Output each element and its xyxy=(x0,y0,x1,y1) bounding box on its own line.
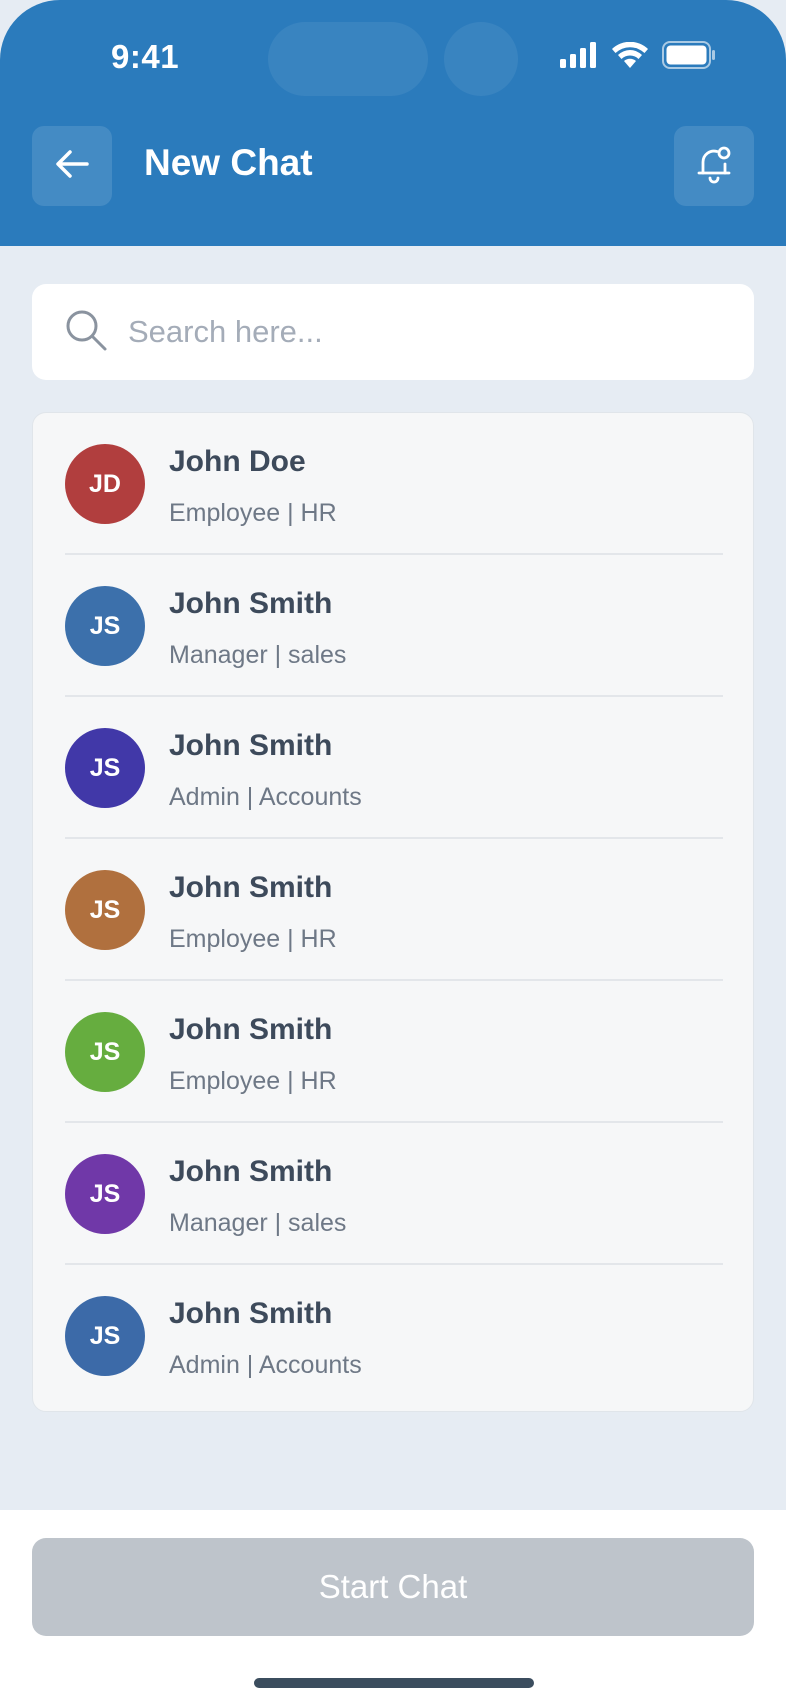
search-input[interactable] xyxy=(128,314,688,350)
status-time: 9:41 xyxy=(111,38,180,75)
avatar: JS xyxy=(65,586,145,666)
contact-role: Admin | Accounts xyxy=(169,783,362,811)
contact-name: John Doe xyxy=(169,445,306,478)
list-item[interactable]: JS John Smith Employee | HR xyxy=(33,981,755,1123)
contact-role: Employee | HR xyxy=(169,499,337,527)
app-header: 9:41 New Chat xyxy=(0,0,786,246)
start-chat-button[interactable]: Start Chat xyxy=(32,1538,754,1636)
search-icon xyxy=(64,308,108,357)
bell-icon xyxy=(694,144,734,189)
dynamic-island xyxy=(268,22,428,96)
contact-role: Admin | Accounts xyxy=(169,1351,362,1379)
contact-role: Employee | HR xyxy=(169,1067,337,1095)
status-icons xyxy=(560,40,716,74)
home-indicator xyxy=(254,1678,534,1688)
contact-name: John Smith xyxy=(169,1013,333,1046)
avatar: JD xyxy=(65,444,145,524)
list-item[interactable]: JS John Smith Employee | HR xyxy=(33,839,755,981)
avatar: JS xyxy=(65,870,145,950)
avatar: JS xyxy=(65,1154,145,1234)
back-arrow-icon xyxy=(55,149,89,184)
avatar: JS xyxy=(65,1012,145,1092)
battery-icon xyxy=(662,40,716,74)
avatar: JS xyxy=(65,728,145,808)
footer: Start Chat xyxy=(0,1510,786,1704)
contact-role: Manager | sales xyxy=(169,641,347,669)
contact-name: John Smith xyxy=(169,587,333,620)
avatar: JS xyxy=(65,1296,145,1376)
page-title: New Chat xyxy=(144,142,313,183)
list-item[interactable]: JS John Smith Admin | Accounts xyxy=(33,1265,755,1407)
list-item[interactable]: JS John Smith Manager | sales xyxy=(33,1123,755,1265)
notifications-button[interactable] xyxy=(674,126,754,206)
dynamic-island-camera xyxy=(444,22,518,96)
list-item[interactable]: JS John Smith Manager | sales xyxy=(33,555,755,697)
list-item[interactable]: JD John Doe Employee | HR xyxy=(33,413,755,555)
contact-role: Employee | HR xyxy=(169,925,337,953)
contact-name: John Smith xyxy=(169,729,333,762)
back-button[interactable] xyxy=(32,126,112,206)
contact-name: John Smith xyxy=(169,1155,333,1188)
list-item[interactable]: JS John Smith Admin | Accounts xyxy=(33,697,755,839)
contact-name: John Smith xyxy=(169,871,333,904)
contact-list: JD John Doe Employee | HR JS John Smith … xyxy=(32,412,754,1412)
contact-name: John Smith xyxy=(169,1297,333,1330)
search-bar[interactable] xyxy=(32,284,754,380)
contact-role: Manager | sales xyxy=(169,1209,347,1237)
wifi-icon xyxy=(612,41,648,73)
phone-screen: 9:41 New Chat Search here... JD John Doe… xyxy=(0,0,786,1704)
signal-icon xyxy=(560,41,598,73)
